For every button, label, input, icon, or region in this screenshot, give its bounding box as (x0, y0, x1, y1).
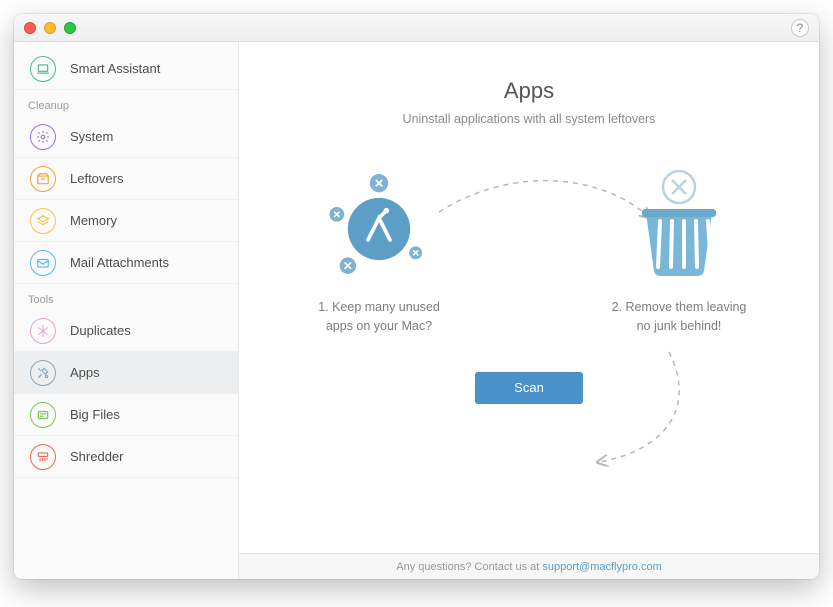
sidebar-item-label: Duplicates (70, 323, 131, 338)
step1-caption: 1. Keep many unused apps on your Mac? (318, 298, 440, 336)
shredder-icon (30, 444, 56, 470)
footer: Any questions? Contact us at support@mac… (239, 553, 819, 579)
minimize-window-button[interactable] (44, 22, 56, 34)
sidebar-item-label: Apps (70, 365, 100, 380)
sidebar-item-smart-assistant[interactable]: Smart Assistant (14, 48, 238, 90)
sidebar-item-leftovers[interactable]: Leftovers (14, 158, 238, 200)
help-button[interactable]: ? (791, 19, 809, 37)
close-window-button[interactable] (24, 22, 36, 34)
step1: 1. Keep many unused apps on your Mac? (299, 174, 459, 336)
laptop-icon (30, 56, 56, 82)
sidebar-item-label: Shredder (70, 449, 123, 464)
content-area: Apps Uninstall applications with all sys… (239, 42, 819, 553)
window-body: Smart Assistant Cleanup System Leftovers (14, 42, 819, 579)
step2-line2: no junk behind! (637, 319, 722, 333)
tools-icon (30, 360, 56, 386)
step1-line1: 1. Keep many unused (318, 300, 440, 314)
page-subtitle: Uninstall applications with all system l… (403, 112, 656, 126)
sidebar-item-shredder[interactable]: Shredder (14, 436, 238, 478)
sidebar-item-label: Mail Attachments (70, 255, 169, 270)
layers-icon (30, 208, 56, 234)
box-icon (30, 166, 56, 192)
illustration-row: 1. Keep many unused apps on your Mac? (269, 174, 789, 336)
sidebar-item-apps[interactable]: Apps (14, 352, 238, 394)
snowflake-icon (30, 318, 56, 344)
sidebar-section-tools: Tools (14, 284, 238, 310)
sidebar-item-label: Big Files (70, 407, 120, 422)
mail-icon (30, 250, 56, 276)
gear-icon (30, 124, 56, 150)
step2-line1: 2. Remove them leaving (612, 300, 747, 314)
step2: 2. Remove them leaving no junk behind! (599, 174, 759, 336)
trash-illustration (624, 174, 734, 284)
sidebar-item-memory[interactable]: Memory (14, 200, 238, 242)
sidebar-section-cleanup: Cleanup (14, 90, 238, 116)
sidebar: Smart Assistant Cleanup System Leftovers (14, 42, 239, 579)
footer-text: Any questions? Contact us at (396, 561, 539, 573)
sidebar-item-duplicates[interactable]: Duplicates (14, 310, 238, 352)
page-title: Apps (504, 78, 554, 104)
scan-button[interactable]: Scan (475, 372, 583, 404)
titlebar: ? (14, 14, 819, 42)
app-window: ? Smart Assistant Cleanup System (14, 14, 819, 579)
step2-caption: 2. Remove them leaving no junk behind! (612, 298, 747, 336)
sidebar-item-system[interactable]: System (14, 116, 238, 158)
sidebar-item-big-files[interactable]: Big Files (14, 394, 238, 436)
sidebar-item-label: Smart Assistant (70, 61, 160, 76)
support-email-link[interactable]: support@macflypro.com (542, 561, 661, 573)
sidebar-item-mail-attachments[interactable]: Mail Attachments (14, 242, 238, 284)
sidebar-item-label: Memory (70, 213, 117, 228)
maximize-window-button[interactable] (64, 22, 76, 34)
apps-illustration (324, 174, 434, 284)
step1-line2: apps on your Mac? (326, 319, 432, 333)
sidebar-item-label: System (70, 129, 113, 144)
sidebar-item-label: Leftovers (70, 171, 123, 186)
main-panel: Apps Uninstall applications with all sys… (239, 42, 819, 579)
window-controls (24, 22, 76, 34)
drive-icon (30, 402, 56, 428)
